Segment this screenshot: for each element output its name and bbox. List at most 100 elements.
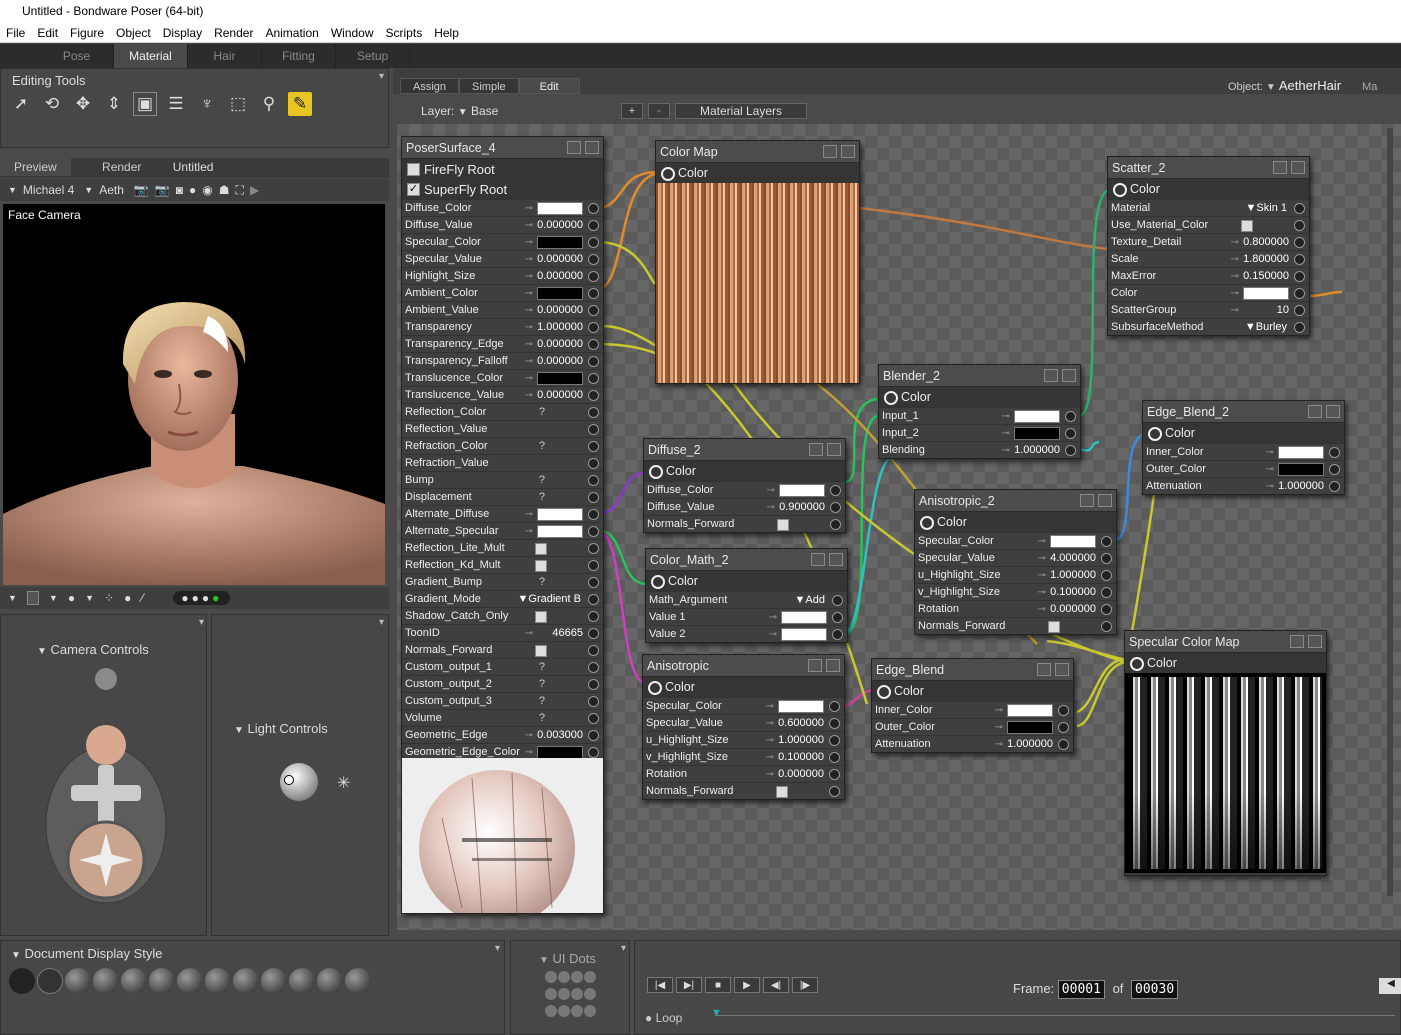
layer-selector[interactable]: Layer: ▼ Base [421, 104, 498, 118]
checkbox[interactable] [535, 560, 547, 572]
param-row[interactable]: ScatterGroup 10 ⊸ [1108, 301, 1309, 318]
node-anisotropic-2[interactable]: Anisotropic_2 Color Specular_Color ⊸ Specula… [914, 489, 1117, 635]
param-row[interactable]: Rotation 0.000000 ⊸ [915, 600, 1116, 617]
input-jack[interactable] [588, 747, 599, 758]
key-icon[interactable]: ⊸ [525, 387, 533, 404]
style-smooth-shaded[interactable] [261, 968, 287, 994]
input-jack[interactable] [1058, 705, 1069, 716]
param-value[interactable]: 0.003000 [537, 727, 583, 744]
param-row[interactable]: Diffuse_Value 0.900000 ⊸ [644, 498, 845, 515]
color-swatch[interactable] [1014, 427, 1060, 440]
param-row[interactable]: SubsurfaceMethod ▼Burley [1108, 318, 1309, 335]
color-swatch[interactable] [1278, 463, 1324, 476]
style-texture-shaded[interactable] [317, 968, 343, 994]
param-value[interactable]: 0.000000 [537, 353, 583, 370]
node-output[interactable]: Color [1143, 423, 1344, 443]
menu-scripts[interactable]: Scripts [380, 26, 429, 40]
eyedropper-icon[interactable]: ✎ [288, 92, 312, 116]
checkbox[interactable] [776, 786, 788, 798]
param-row[interactable]: v_Highlight_Size 0.100000 ⊸ [915, 583, 1116, 600]
param-row[interactable]: Texture_Detail 0.800000 ⊸ [1108, 233, 1309, 250]
camera-trackball[interactable] [31, 665, 181, 915]
key-icon[interactable]: ⊸ [1038, 533, 1046, 550]
key-icon[interactable]: ⊸ [995, 719, 1003, 736]
color-swatch[interactable] [1007, 704, 1053, 717]
key-icon[interactable]: ⊸ [525, 506, 533, 523]
color-swatch[interactable] [1050, 535, 1096, 548]
checkbox[interactable] [1241, 220, 1253, 232]
room-material[interactable]: Material [114, 44, 188, 68]
key-icon[interactable]: ⊸ [1231, 285, 1239, 302]
input-jack[interactable] [588, 730, 599, 741]
input-jack[interactable] [1101, 570, 1112, 581]
spheres-icon[interactable]: ⁘ [104, 591, 114, 605]
node-edge-blend-2[interactable]: Edge_Blend_2 Color Inner_Color ⊸ Outer_Color… [1142, 400, 1345, 495]
color-swatch[interactable] [781, 611, 827, 624]
panel-menu-icon[interactable]: ▾ [495, 943, 500, 954]
color-swatch[interactable] [537, 372, 583, 385]
style-smooth-lined[interactable] [289, 968, 315, 994]
checkbox[interactable] [777, 519, 789, 531]
loop-toggle[interactable]: ● Loop [645, 1011, 682, 1025]
param-row[interactable]: Reflection_Value [402, 420, 603, 437]
input-jack[interactable] [588, 543, 599, 554]
input-jack[interactable] [1294, 322, 1305, 333]
input-jack[interactable] [588, 560, 599, 571]
key-icon[interactable]: ⊸ [995, 736, 1003, 753]
preview-dots[interactable]: ●●●● [173, 591, 231, 605]
param-row[interactable]: Specular_Color ⊸ [643, 697, 844, 714]
key-icon[interactable]: ⊸ [1002, 442, 1010, 459]
param-value[interactable]: 1.000000 [778, 732, 824, 749]
node-title[interactable]: Color Map [656, 141, 859, 163]
key-icon[interactable]: ⊸ [1231, 234, 1239, 251]
param-value[interactable]: 1.000000 [1007, 736, 1053, 753]
param-value[interactable]: 0.800000 [1243, 234, 1289, 251]
timeline-track[interactable] [715, 1015, 1395, 1016]
input-jack[interactable] [588, 322, 599, 333]
param-row[interactable]: Normals_Forward [915, 617, 1116, 634]
node-specular-color-map[interactable]: Specular Color Map Color [1124, 630, 1327, 876]
scale-icon[interactable]: ▣ [133, 92, 157, 116]
param-row[interactable]: Transparency_Edge 0.000000 ⊸ [402, 335, 603, 352]
input-jack[interactable] [1101, 536, 1112, 547]
color-swatch[interactable] [537, 525, 583, 538]
param-value[interactable]: 0.000000 [778, 766, 824, 783]
node-output[interactable]: Color [915, 512, 1116, 532]
param-row[interactable]: Use_Material_Color [1108, 216, 1309, 233]
input-jack[interactable] [1294, 271, 1305, 282]
param-row[interactable]: v_Highlight_Size 0.100000 ⊸ [643, 748, 844, 765]
param-row[interactable]: Attenuation 1.000000 ⊸ [872, 735, 1073, 752]
menu-render[interactable]: Render [208, 26, 259, 40]
param-row[interactable]: Refraction_Color? [402, 437, 603, 454]
node-title[interactable]: Diffuse_2 [644, 439, 845, 461]
input-jack[interactable] [588, 203, 599, 214]
globe-icon[interactable]: ◉ [202, 183, 212, 197]
figure-dropdown-icon[interactable]: ▼ [8, 185, 17, 195]
param-row[interactable]: Specular_Color ⊸ [915, 532, 1116, 549]
key-icon[interactable]: ⊸ [766, 732, 774, 749]
key-icon[interactable]: ⊸ [1038, 584, 1046, 601]
node-title[interactable]: Edge_Blend_2 [1143, 401, 1344, 423]
dropdown[interactable]: ▼Skin 1 [1246, 200, 1287, 217]
style-wireframe[interactable] [65, 968, 91, 994]
param-row[interactable]: Custom_output_2? [402, 675, 603, 692]
style-flat-shaded[interactable] [149, 968, 175, 994]
next-key-button[interactable]: |▶ [792, 977, 818, 993]
param-row[interactable]: Scale 1.800000 ⊸ [1108, 250, 1309, 267]
param-row[interactable]: Value 2 ⊸ [646, 625, 847, 642]
input-jack[interactable] [1101, 587, 1112, 598]
param-row[interactable]: Gradient_Mode ▼Gradient B [402, 590, 603, 607]
shader-node-canvas[interactable]: PoserSurface_4 FireFly Root ✓ SuperFly Ro… [397, 124, 1401, 930]
input-jack[interactable] [588, 237, 599, 248]
input-jack[interactable] [830, 485, 841, 496]
material-layers-button[interactable]: Material Layers [675, 103, 807, 119]
collapse-arrow-icon[interactable]: ◀ [1379, 978, 1401, 994]
key-icon[interactable]: ⊸ [525, 285, 533, 302]
param-row[interactable]: Volume? [402, 709, 603, 726]
node-output[interactable]: Color [1108, 179, 1309, 199]
input-jack[interactable] [1058, 722, 1069, 733]
param-value[interactable]: 0.000000 [537, 268, 583, 285]
key-icon[interactable]: ⊸ [525, 302, 533, 319]
play-button[interactable]: ▶ [734, 977, 760, 993]
input-jack[interactable] [1065, 411, 1076, 422]
